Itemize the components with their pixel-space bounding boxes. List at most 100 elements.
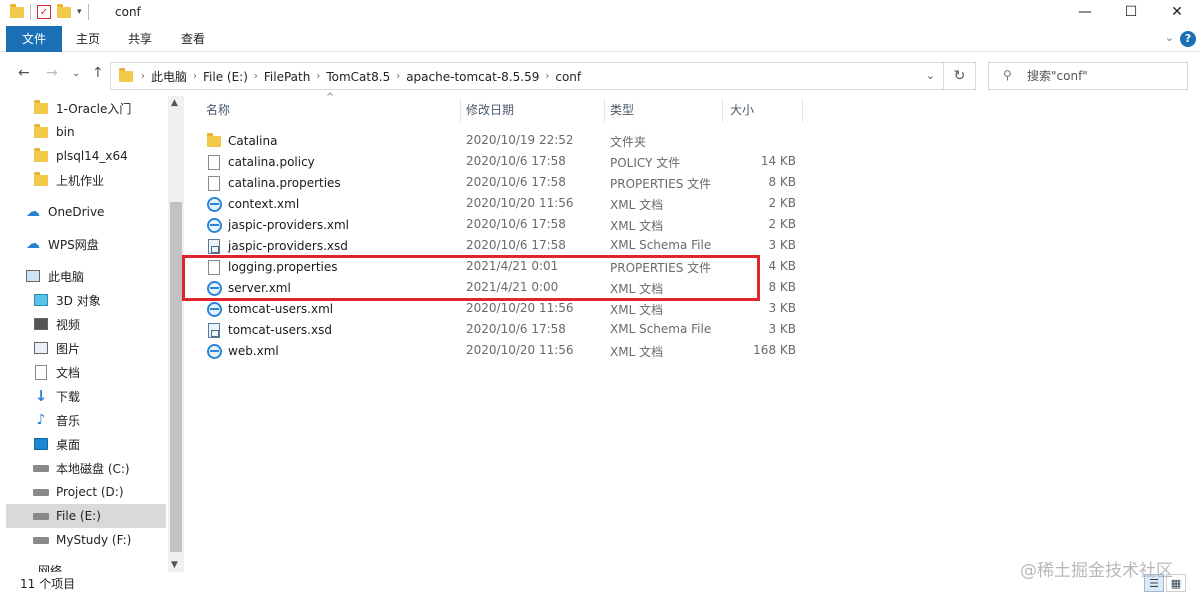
nav-item-label: File (E:) <box>56 509 101 523</box>
folder-icon <box>34 147 48 162</box>
nav-item-plsql[interactable]: plsql14_x64 <box>32 144 184 168</box>
file-name: catalina.policy <box>228 155 315 169</box>
3d-objects-icon <box>34 294 48 306</box>
search-input[interactable] <box>1027 67 1177 85</box>
nav-item-label: MyStudy (F:) <box>56 533 132 547</box>
nav-item-label: 本地磁盘 (C:) <box>56 461 130 476</box>
file-date: 2020/10/20 11:56 <box>466 196 574 210</box>
tab-view[interactable]: 查看 <box>181 26 205 52</box>
file-date: 2021/4/21 0:00 <box>466 280 559 294</box>
folder-icon[interactable] <box>10 3 24 18</box>
column-divider[interactable] <box>604 98 605 122</box>
nav-item-desktop[interactable]: 桌面 <box>32 432 184 456</box>
column-header-date[interactable]: 修改日期 <box>466 96 514 124</box>
column-header-name[interactable]: 名称 <box>206 96 230 124</box>
nav-item-onedrive[interactable]: ☁ OneDrive <box>24 200 184 224</box>
breadcrumb-file-drive[interactable]: File (E:) <box>197 70 254 84</box>
nav-item-label: 下载 <box>56 389 81 404</box>
nav-item-drive-d[interactable]: Project (D:) <box>32 480 184 504</box>
column-header-type[interactable]: 类型 <box>610 96 634 124</box>
back-button[interactable]: ← <box>18 65 30 81</box>
recent-locations-button[interactable]: ⌄ <box>72 68 80 79</box>
nav-item-pictures[interactable]: 图片 <box>32 336 184 360</box>
nav-item-documents[interactable]: 文档 <box>32 360 184 384</box>
file-row[interactable]: jaspic-providers.xml 2020/10/6 17:58 XML… <box>202 214 796 235</box>
tab-share[interactable]: 共享 <box>128 26 152 52</box>
xml-icon <box>206 301 222 317</box>
this-pc-icon <box>26 270 40 282</box>
video-icon <box>34 318 48 330</box>
file-name: jaspic-providers.xml <box>228 218 350 232</box>
file-explorer-window: ✓ ▾ conf — ☐ ✕ 文件 主页 共享 查看 ⌄ ? ← → ⌄ ↑ ›… <box>0 0 1200 596</box>
file-row[interactable]: server.xml 2021/4/21 0:00 XML 文档 8 KB <box>202 277 796 298</box>
search-box[interactable]: ⚲ <box>988 62 1188 90</box>
expand-ribbon-icon[interactable]: ⌄ <box>1165 31 1174 44</box>
file-row[interactable]: tomcat-users.xsd 2020/10/6 17:58 XML Sch… <box>202 319 796 340</box>
nav-item-this-pc[interactable]: 此电脑 <box>24 264 184 288</box>
file-row[interactable]: tomcat-users.xml 2020/10/20 11:56 XML 文档… <box>202 298 796 319</box>
column-divider[interactable] <box>460 98 461 122</box>
nav-item-oracle[interactable]: 1-Oracle入门 <box>32 96 184 120</box>
nav-item-drive-f[interactable]: MyStudy (F:) <box>32 528 184 552</box>
drive-icon <box>33 488 49 496</box>
breadcrumb-conf[interactable]: conf <box>549 70 587 84</box>
nav-item-label: 视频 <box>56 317 81 332</box>
maximize-button[interactable]: ☐ <box>1108 0 1154 24</box>
column-header-size[interactable]: 大小 <box>730 96 754 124</box>
breadcrumb-filepath[interactable]: FilePath <box>258 70 316 84</box>
up-button[interactable]: ↑ <box>92 65 104 81</box>
breadcrumb-tomcat[interactable]: TomCat8.5 <box>320 70 396 84</box>
file-size: 2 KB <box>768 196 796 210</box>
column-divider[interactable] <box>722 98 723 122</box>
breadcrumb-this-pc[interactable]: 此电脑 <box>145 68 193 85</box>
file-row[interactable]: Catalina 2020/10/19 22:52 文件夹 <box>202 130 796 151</box>
minimize-button[interactable]: — <box>1062 0 1108 24</box>
nav-scrollbar[interactable]: ▲ ▼ <box>168 96 184 572</box>
address-bar[interactable]: › 此电脑 › File (E:) › FilePath › TomCat8.5… <box>110 62 944 90</box>
file-name: server.xml <box>228 281 291 295</box>
folder-icon <box>207 132 221 147</box>
customize-toolbar-icon[interactable]: ▾ <box>77 7 82 17</box>
file-size: 2 KB <box>768 217 796 231</box>
drive-icon <box>33 536 49 544</box>
file-row[interactable]: jaspic-providers.xsd 2020/10/6 17:58 XML… <box>202 235 796 256</box>
properties-checkmark-icon[interactable]: ✓ <box>37 5 51 19</box>
nav-item-downloads[interactable]: ↓ 下载 <box>32 384 184 408</box>
nav-item-homework[interactable]: 上机作业 <box>32 168 184 192</box>
nav-item-3d-objects[interactable]: 3D 对象 <box>32 288 184 312</box>
help-icon[interactable]: ? <box>1180 31 1196 47</box>
nav-item-wps[interactable]: ☁ WPS网盘 <box>24 232 184 256</box>
file-row[interactable]: catalina.policy 2020/10/6 17:58 POLICY 文… <box>202 151 796 172</box>
chevron-down-icon[interactable]: ⌄ <box>926 69 935 82</box>
nav-item-drive-e[interactable]: File (E:) <box>6 504 166 528</box>
file-size: 8 KB <box>768 280 796 294</box>
nav-item-drive-c[interactable]: 本地磁盘 (C:) <box>32 456 184 480</box>
file-size: 4 KB <box>768 259 796 273</box>
file-size: 3 KB <box>768 322 796 336</box>
nav-item-videos[interactable]: 视频 <box>32 312 184 336</box>
wps-cloud-icon: ☁ <box>26 236 40 252</box>
tab-file[interactable]: 文件 <box>6 26 62 52</box>
nav-item-label: 文档 <box>56 365 81 380</box>
close-button[interactable]: ✕ <box>1154 0 1200 24</box>
column-divider[interactable] <box>802 98 803 122</box>
file-date: 2021/4/21 0:01 <box>466 259 559 273</box>
file-row[interactable]: catalina.properties 2020/10/6 17:58 PROP… <box>202 172 796 193</box>
forward-button[interactable]: → <box>46 65 58 81</box>
file-list: ^ 名称 修改日期 类型 大小 Catalina 2020/10/19 22:5… <box>196 92 1196 572</box>
scrollbar-thumb[interactable] <box>170 202 182 552</box>
new-folder-icon[interactable] <box>57 3 71 18</box>
file-date: 2020/10/6 17:58 <box>466 217 566 231</box>
file-date: 2020/10/6 17:58 <box>466 322 566 336</box>
file-row[interactable]: web.xml 2020/10/20 11:56 XML 文档 168 KB <box>202 340 796 361</box>
file-row[interactable]: context.xml 2020/10/20 11:56 XML 文档 2 KB <box>202 193 796 214</box>
nav-item-bin[interactable]: bin <box>32 120 184 144</box>
file-type: 文件夹 <box>610 135 647 149</box>
nav-item-music[interactable]: ♪ 音乐 <box>32 408 184 432</box>
file-row[interactable]: logging.properties 2021/4/21 0:01 PROPER… <box>202 256 796 277</box>
breadcrumb-apache-tomcat[interactable]: apache-tomcat-8.5.59 <box>400 70 545 84</box>
tab-home[interactable]: 主页 <box>76 26 100 52</box>
refresh-button[interactable]: ↻ <box>944 62 976 90</box>
scroll-up-icon[interactable]: ▲ <box>171 98 178 108</box>
scroll-down-icon[interactable]: ▼ <box>171 560 178 570</box>
